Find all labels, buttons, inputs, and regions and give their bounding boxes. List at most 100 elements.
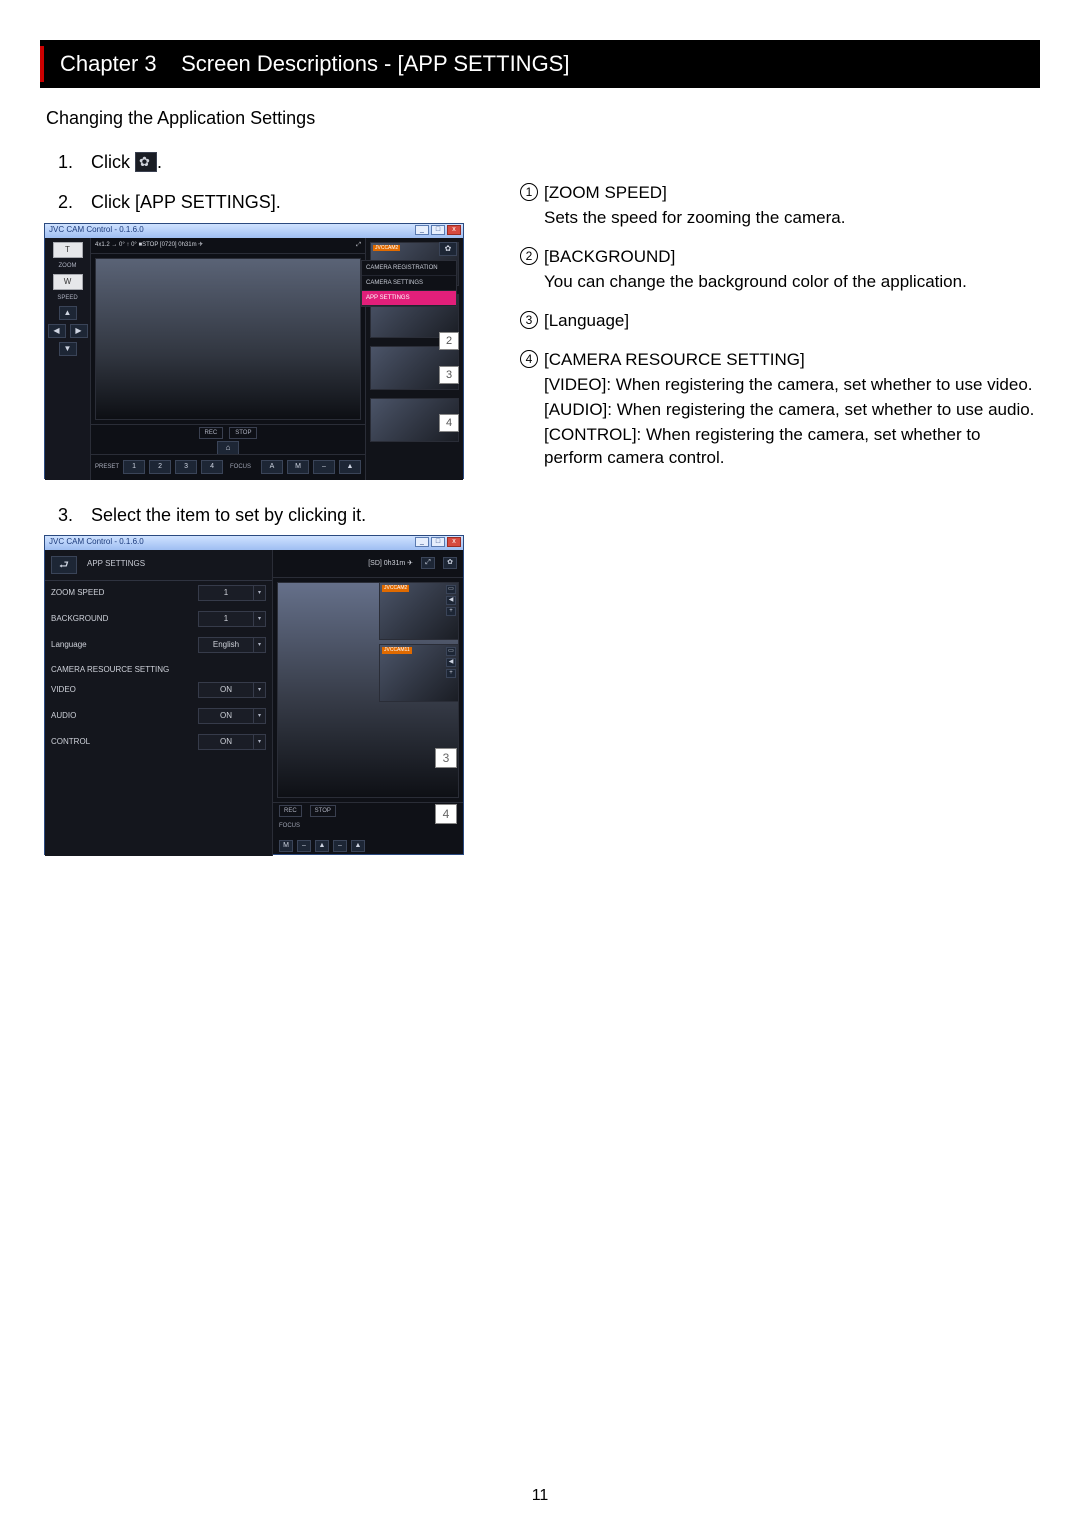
- settings-gear-icon[interactable]: ✿: [439, 242, 457, 256]
- control-value[interactable]: ON: [198, 734, 254, 750]
- step-1-prefix: Click: [91, 152, 135, 172]
- speed-label: SPEED: [57, 294, 77, 302]
- arrow-left-icon[interactable]: ◀: [48, 324, 66, 338]
- section-subtitle: Changing the Application Settings: [46, 106, 1040, 130]
- video-label: VIDEO: [51, 685, 198, 696]
- preset-2[interactable]: 2: [149, 460, 171, 474]
- desc-body-video: [VIDEO]: When registering the camera, se…: [544, 374, 1040, 397]
- desc-number-1: 1: [520, 183, 538, 201]
- chapter-label: Chapter 3: [60, 51, 157, 76]
- stop-button[interactable]: STOP: [229, 427, 257, 439]
- close-icon[interactable]: x: [447, 537, 461, 547]
- desc-title: [ZOOM SPEED]: [544, 182, 667, 205]
- status-strip: 4x1.2 → 0° ↑ 0° ■STOP [0720] 0h31m ✈ ⤢: [91, 238, 365, 254]
- window-title: JVC CAM Control - 0.1.6.0: [49, 225, 144, 234]
- home-icon[interactable]: ⌂: [217, 441, 239, 455]
- back-icon[interactable]: ⮐: [51, 556, 77, 574]
- rec-button[interactable]: REC: [199, 427, 224, 439]
- page-number: 11: [0, 1485, 1080, 1507]
- focus-minus-icon[interactable]: –: [297, 840, 311, 852]
- desc-body: You can change the background color of t…: [544, 271, 1040, 294]
- background-value[interactable]: 1: [198, 611, 254, 627]
- callout-3: 3: [435, 748, 457, 768]
- expand-icon[interactable]: ⤢: [356, 241, 361, 249]
- window-titlebar: JVC CAM Control - 0.1.6.0 _ □ x: [45, 224, 463, 238]
- dropdown-icon[interactable]: ▾: [254, 708, 266, 724]
- desc-title: [CAMERA RESOURCE SETTING]: [544, 349, 805, 372]
- language-label: Language: [51, 640, 198, 651]
- zoom-wide-button[interactable]: W: [53, 274, 83, 290]
- descriptions-column: 1 [ZOOM SPEED] Sets the speed for zoomin…: [520, 182, 1040, 485]
- preset-3[interactable]: 3: [175, 460, 197, 474]
- preset-1[interactable]: 1: [123, 460, 145, 474]
- right-topbar: [SD] 0h31m ✈ ⤢ ✿: [273, 550, 463, 578]
- focus-plus-icon[interactable]: ▲: [339, 460, 361, 474]
- thumb-audio-icon[interactable]: ◀: [446, 596, 456, 605]
- step-number: 2.: [58, 190, 86, 214]
- camera-resource-section: CAMERA RESOURCE SETTING: [45, 659, 272, 678]
- camera-viewport: [95, 258, 361, 420]
- focus-far-icon[interactable]: –: [333, 840, 347, 852]
- camera-tag: JVCCAM11: [382, 647, 412, 654]
- maximize-icon[interactable]: □: [431, 225, 445, 235]
- thumb-video-icon[interactable]: ▭: [446, 585, 456, 594]
- desc-number-2: 2: [520, 247, 538, 265]
- rec-button[interactable]: REC: [279, 805, 302, 817]
- zoom-panel: T ZOOM W SPEED ▲ ◀ ▶ ▼: [45, 238, 91, 480]
- dropdown-icon[interactable]: ▾: [254, 734, 266, 750]
- video-value[interactable]: ON: [198, 682, 254, 698]
- close-icon[interactable]: x: [447, 225, 461, 235]
- thumb-audio-icon[interactable]: ◀: [446, 658, 456, 667]
- mf-button[interactable]: M: [279, 840, 293, 852]
- arrow-right-icon[interactable]: ▶: [70, 324, 88, 338]
- zoom-label: ZOOM: [59, 262, 77, 270]
- arrow-down-icon[interactable]: ▼: [59, 342, 77, 356]
- zoom-speed-value[interactable]: 1: [198, 585, 254, 601]
- preset-label: PRESET: [95, 463, 119, 471]
- minimize-icon[interactable]: _: [415, 225, 429, 235]
- callout-4: 4: [435, 804, 457, 824]
- step-3-text: Select the item to set by clicking it.: [91, 505, 366, 525]
- control-label: CONTROL: [51, 737, 198, 748]
- callout-2: 2: [439, 332, 459, 350]
- form-title: APP SETTINGS: [87, 559, 145, 570]
- expand-icon[interactable]: ⤢: [421, 557, 435, 569]
- minimize-icon[interactable]: _: [415, 537, 429, 547]
- step-3: 3. Select the item to set by clicking it…: [58, 503, 480, 527]
- language-value[interactable]: English: [198, 637, 254, 653]
- preset-4[interactable]: 4: [201, 460, 223, 474]
- arrow-up-icon[interactable]: ▲: [59, 306, 77, 320]
- focus-minus-icon[interactable]: –: [313, 460, 335, 474]
- mf-button[interactable]: M: [287, 460, 309, 474]
- thumb-video-icon[interactable]: ▭: [446, 647, 456, 656]
- dropdown-icon[interactable]: ▾: [254, 637, 266, 653]
- screenshot-app-settings: JVC CAM Control - 0.1.6.0 _ □ x ⮐ APP SE…: [44, 535, 464, 855]
- thumb-add-icon[interactable]: +: [446, 607, 456, 616]
- menu-item-camera-settings[interactable]: CAMERA SETTINGS: [362, 276, 456, 291]
- screenshot-main-window: JVC CAM Control - 0.1.6.0 _ □ x T ZOOM W…: [44, 223, 464, 479]
- zoom-tele-button[interactable]: T: [53, 242, 83, 258]
- step-number: 1.: [58, 150, 86, 174]
- zoom-speed-label: ZOOM SPEED: [51, 588, 198, 599]
- dropdown-icon[interactable]: ▾: [254, 611, 266, 627]
- step-1: 1. Click .: [58, 150, 1040, 174]
- thumb-add-icon[interactable]: +: [446, 669, 456, 678]
- focus-label: FOCUS: [230, 463, 251, 471]
- audio-label: AUDIO: [51, 711, 198, 722]
- dropdown-icon[interactable]: ▾: [254, 682, 266, 698]
- camera-thumb: JVCCAM11 ▭ ◀ +: [379, 644, 459, 702]
- stop-button[interactable]: STOP: [310, 805, 336, 817]
- window-titlebar: JVC CAM Control - 0.1.6.0 _ □ x: [45, 536, 463, 550]
- maximize-icon[interactable]: □: [431, 537, 445, 547]
- focus-near-icon[interactable]: ▲: [315, 840, 329, 852]
- focus-plus-icon[interactable]: ▲: [351, 840, 365, 852]
- bottom-bar: PRESET 1 2 3 4 FOCUS A M – ▲: [91, 454, 365, 480]
- menu-item-app-settings[interactable]: APP SETTINGS: [362, 291, 456, 306]
- audio-value[interactable]: ON: [198, 708, 254, 724]
- dropdown-icon[interactable]: ▾: [254, 585, 266, 601]
- window-title: JVC CAM Control - 0.1.6.0: [49, 537, 144, 546]
- af-button[interactable]: A: [261, 460, 283, 474]
- gear-icon[interactable]: ✿: [443, 557, 457, 569]
- callout-4: 4: [439, 414, 459, 432]
- menu-item-camera-registration[interactable]: CAMERA REGISTRATION: [362, 261, 456, 276]
